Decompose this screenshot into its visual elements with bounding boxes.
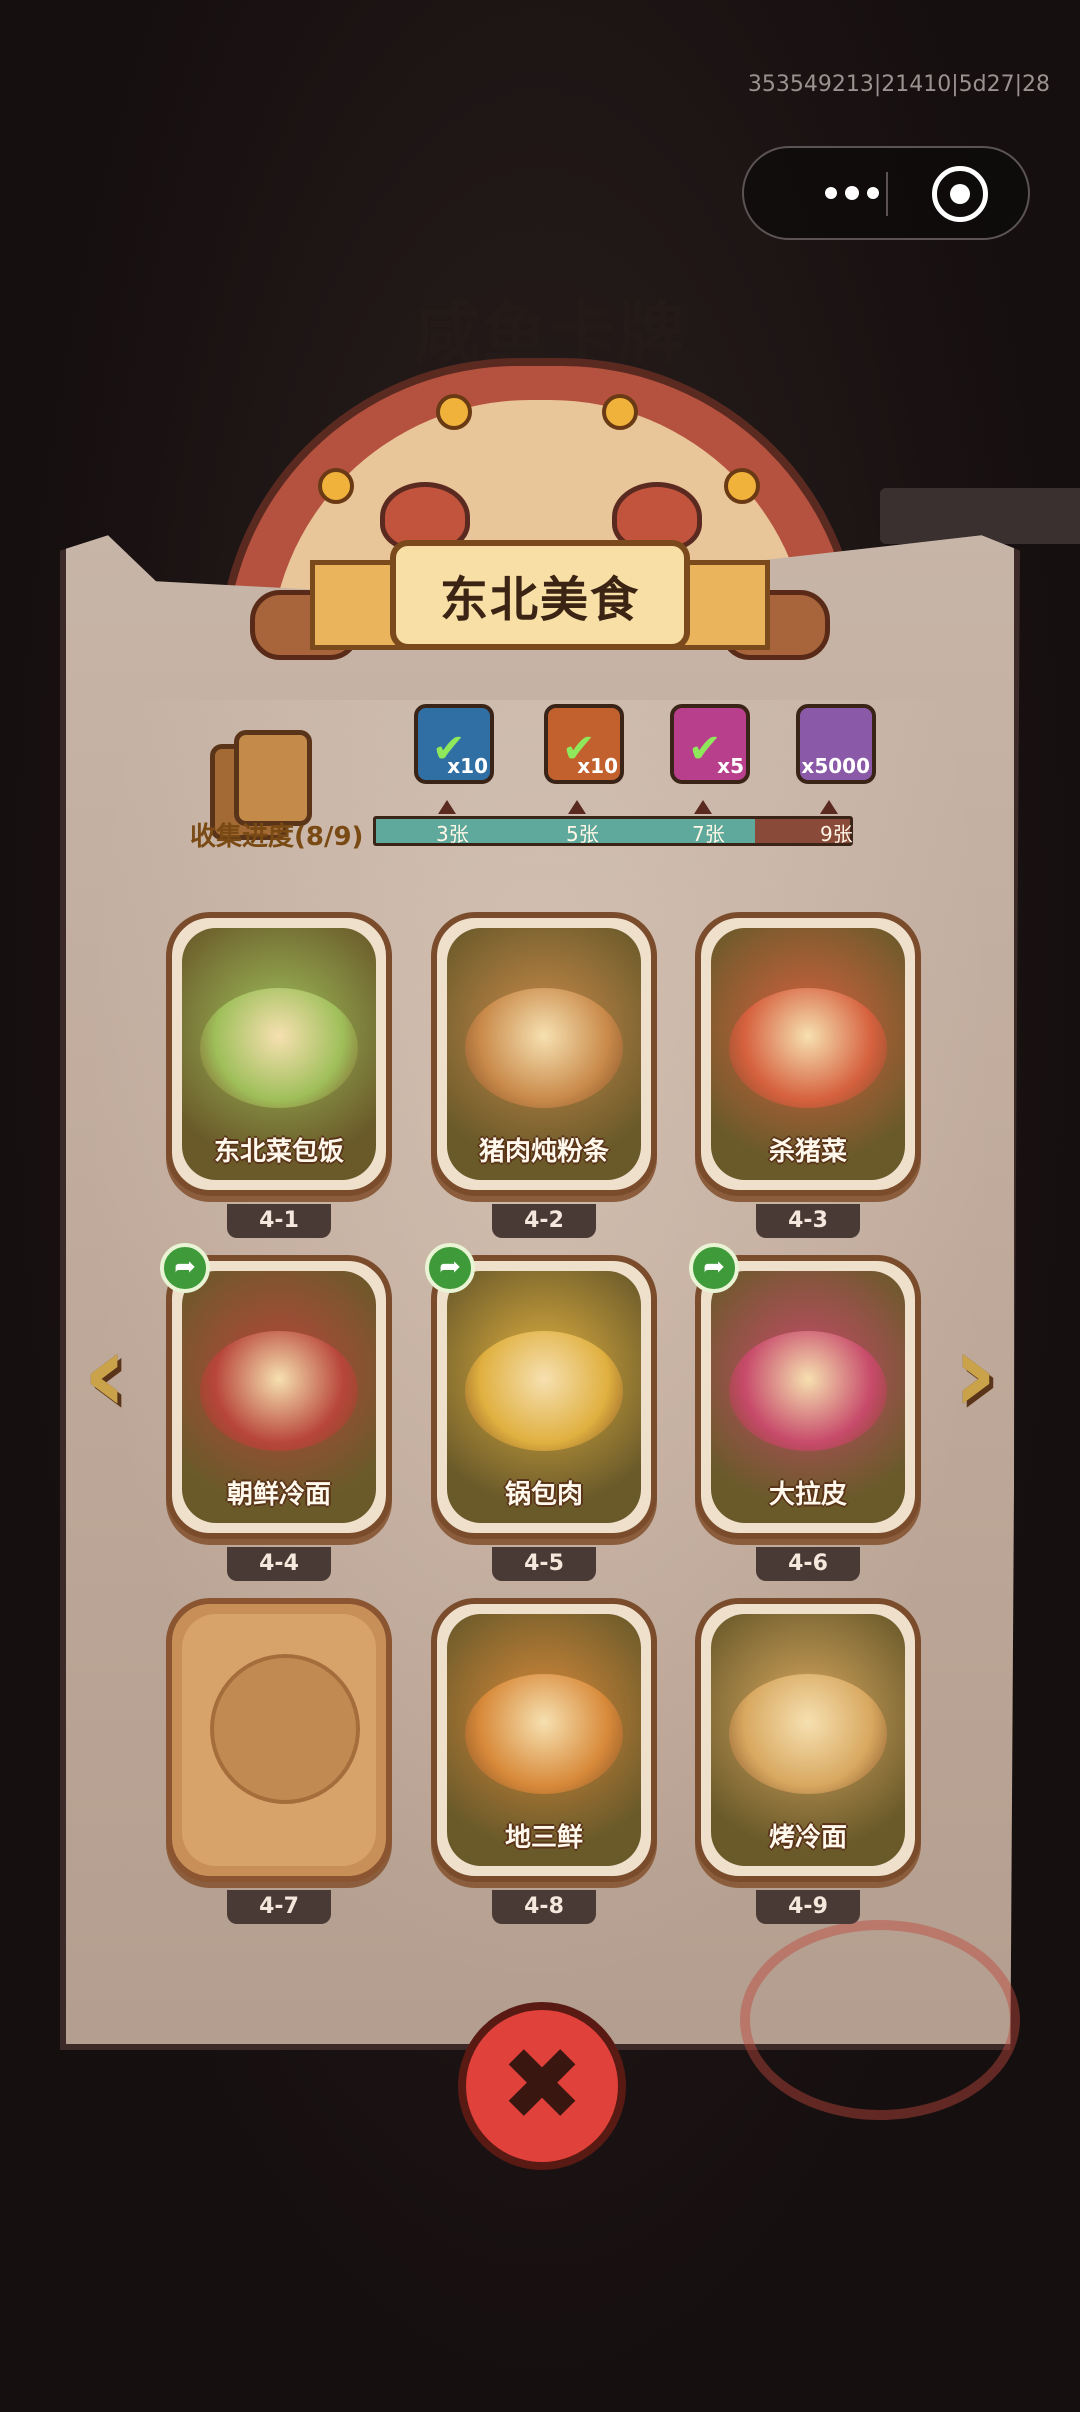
food-name: 锅包肉 xyxy=(504,1480,583,1510)
food-card[interactable]: 地三鲜 xyxy=(431,1598,657,1882)
close-button[interactable]: ✖ xyxy=(458,2002,626,2170)
milestone-tick xyxy=(694,800,712,814)
dot-icon xyxy=(867,187,879,199)
more-menu-button[interactable] xyxy=(782,148,922,238)
level-tag: 4-2 xyxy=(492,1204,596,1238)
capsule-divider xyxy=(886,172,888,216)
food-name: 猪肉炖粉条 xyxy=(478,1137,609,1167)
reward-quantity: x5 xyxy=(717,754,744,778)
dish-icon xyxy=(729,988,887,1108)
reward-quantity: x10 xyxy=(447,754,488,778)
milestone-label: 9张 xyxy=(820,822,853,846)
milestone-reward-4[interactable]: x5000 xyxy=(796,704,876,784)
level-tag: 4-6 xyxy=(756,1547,860,1581)
stud-icon xyxy=(436,394,472,430)
reward-quantity: x10 xyxy=(577,754,618,778)
level-tag: 4-7 xyxy=(227,1890,331,1924)
stud-icon xyxy=(602,394,638,430)
milestone-label: 5张 xyxy=(566,822,599,846)
milestone-tick xyxy=(438,800,456,814)
milestone-reward-1[interactable]: ✔ x10 xyxy=(414,704,494,784)
reward-quantity: x5000 xyxy=(801,754,870,778)
locked-food-card[interactable] xyxy=(166,1598,392,1882)
level-tag: 4-9 xyxy=(756,1890,860,1924)
seal-stamp xyxy=(740,1920,1020,2120)
dish-icon xyxy=(465,988,623,1108)
dot-icon xyxy=(845,186,859,200)
dish-icon xyxy=(200,1331,358,1451)
level-tag: 4-8 xyxy=(492,1890,596,1924)
level-tag: 4-5 xyxy=(492,1547,596,1581)
dish-icon xyxy=(465,1674,623,1794)
food-name: 杀猪菜 xyxy=(768,1137,847,1167)
dish-icon xyxy=(729,1331,887,1451)
card-back-emblem-icon xyxy=(210,1654,360,1804)
title-ribbon: 东北美食 xyxy=(390,540,690,650)
next-page-arrow-icon[interactable]: › xyxy=(940,1318,1010,1428)
exit-miniprogram-button[interactable] xyxy=(932,166,988,222)
prev-page-arrow-icon[interactable]: ‹ xyxy=(70,1318,140,1428)
food-card[interactable]: 杀猪菜 xyxy=(695,912,921,1196)
food-name: 大拉皮 xyxy=(768,1480,847,1510)
share-icon[interactable]: ➦ xyxy=(425,1243,475,1293)
share-icon[interactable]: ➦ xyxy=(689,1243,739,1293)
share-icon[interactable]: ➦ xyxy=(160,1243,210,1293)
food-name: 东北菜包饭 xyxy=(213,1137,344,1167)
dish-icon xyxy=(200,988,358,1108)
miniprogram-capsule xyxy=(742,146,1030,240)
milestone-reward-3[interactable]: ✔ x5 xyxy=(670,704,750,784)
milestone-label: 3张 xyxy=(436,822,469,846)
dish-icon xyxy=(729,1674,887,1794)
milestone-label: 7张 xyxy=(692,822,725,846)
food-card[interactable]: 猪肉炖粉条 xyxy=(431,912,657,1196)
stud-icon xyxy=(318,468,354,504)
dish-icon xyxy=(465,1331,623,1451)
food-card[interactable]: 大拉皮 xyxy=(695,1255,921,1539)
milestone-tick xyxy=(568,800,586,814)
level-tag: 4-3 xyxy=(756,1204,860,1238)
debug-id-text: 353549213|21410|5d27|28 xyxy=(747,72,1050,97)
milestone-reward-2[interactable]: ✔ x10 xyxy=(544,704,624,784)
food-name: 烤冷面 xyxy=(768,1823,847,1853)
food-card[interactable]: 东北菜包饭 xyxy=(166,912,392,1196)
locked-card-back xyxy=(182,1614,376,1866)
milestone-tick xyxy=(820,800,838,814)
level-tag: 4-4 xyxy=(227,1547,331,1581)
food-name: 朝鲜冷面 xyxy=(226,1480,331,1510)
food-card[interactable]: 锅包肉 xyxy=(431,1255,657,1539)
dot-icon xyxy=(825,187,837,199)
stud-icon xyxy=(724,468,760,504)
food-card[interactable]: 朝鲜冷面 xyxy=(166,1255,392,1539)
level-tag: 4-1 xyxy=(227,1204,331,1238)
food-card[interactable]: 烤冷面 xyxy=(695,1598,921,1882)
food-name: 地三鲜 xyxy=(504,1823,583,1853)
page-title: 东北美食 xyxy=(439,572,640,628)
collection-progress-label: 收集进度(8/9) xyxy=(190,822,364,852)
